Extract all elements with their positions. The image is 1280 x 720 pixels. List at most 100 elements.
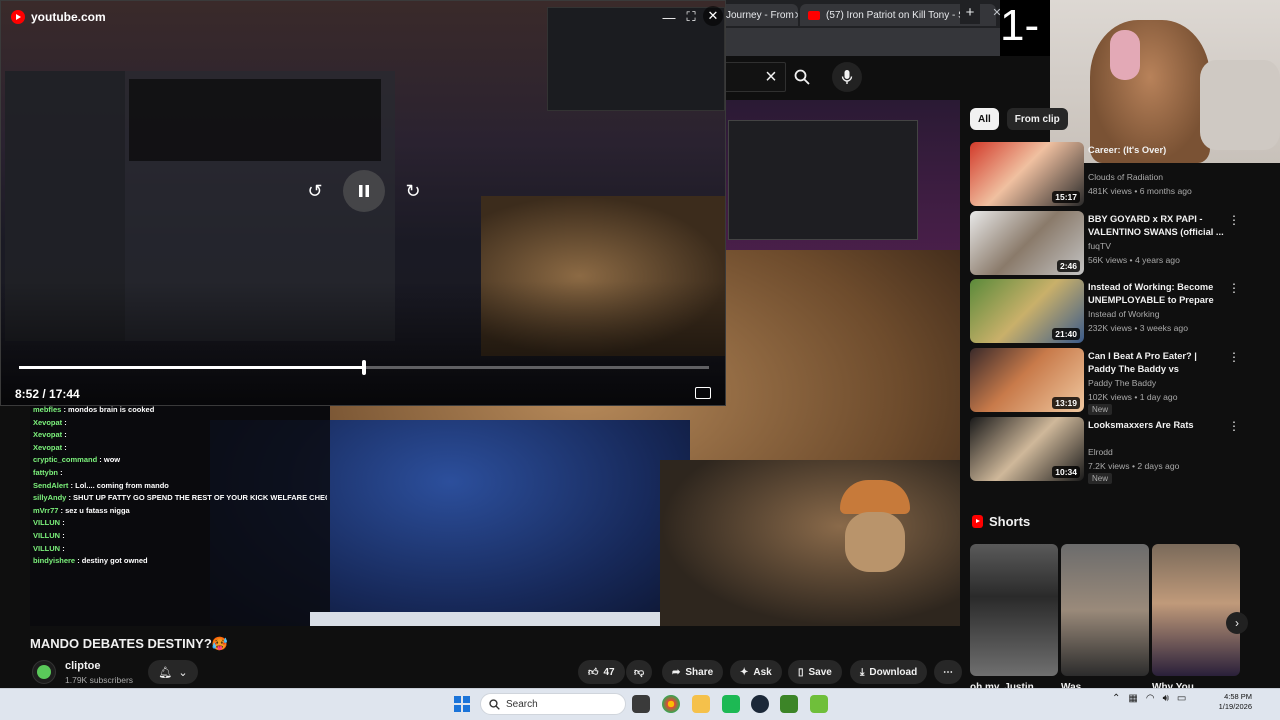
chat-text: :: [62, 518, 65, 528]
seek-forward-button[interactable]: ↻: [401, 179, 425, 203]
video-thumbnail[interactable]: 2:46: [970, 210, 1084, 275]
browser-tab[interactable]: Journey - From ✕: [718, 4, 798, 26]
clear-search-icon[interactable]: ×: [760, 64, 782, 90]
rewind-icon: ↺: [307, 180, 323, 201]
video-title[interactable]: Career: (It's Over): [1088, 144, 1224, 157]
taskbar-search[interactable]: Search: [480, 693, 626, 715]
background-image: [1200, 60, 1280, 150]
chat-text: : SHUT UP FATTY GO SPEND THE REST OF YOU…: [68, 493, 327, 503]
more-options-icon[interactable]: ⋮: [1228, 350, 1240, 364]
short-thumbnail[interactable]: [1152, 544, 1240, 676]
short-thumbnail[interactable]: [1061, 544, 1149, 676]
channel-name[interactable]: fuqTV: [1088, 241, 1111, 251]
channel-avatar[interactable]: [32, 660, 56, 684]
video-title[interactable]: Instead of Working: Become UNEMPLOYABLE …: [1088, 281, 1224, 307]
recommended-video[interactable]: 10:34 Looksmaxxers Are Rats Elrodd 7.2K vie…: [970, 416, 1240, 484]
chat-username: fattybn: [33, 467, 58, 477]
channel-name[interactable]: Elrodd: [1088, 447, 1113, 457]
chip-all[interactable]: All: [970, 108, 999, 130]
minimize-icon[interactable]: —: [659, 7, 679, 27]
chat-username: mVrr77: [33, 505, 59, 515]
chip-from-channel[interactable]: From clip: [1006, 108, 1068, 130]
voice-search-button[interactable]: [832, 62, 862, 92]
more-options-icon[interactable]: ⋮: [1228, 213, 1240, 227]
time-display: 8:52 / 17:44: [15, 387, 80, 401]
chat-message: bindyishere : destiny got owned: [33, 555, 327, 568]
video-thumbnail[interactable]: 13:19: [970, 348, 1084, 413]
minecraft-icon[interactable]: [780, 695, 798, 713]
chat-message: Xevopat :: [33, 429, 327, 442]
pause-icon: [359, 185, 369, 197]
shorts-icon: [972, 515, 983, 528]
mini-player-window[interactable]: youtube.com — ⛶ ✕ ↺ ↻ 8:52 / 17:44: [0, 0, 726, 406]
network-icon: ▦: [1128, 693, 1138, 704]
recommended-video[interactable]: 15:17 Career: (It's Over) Clouds of Radiat…: [970, 142, 1240, 206]
recommended-video[interactable]: 13:19 Can I Beat A Pro Eater? | Paddy The…: [970, 348, 1240, 416]
progress-scrubber[interactable]: [362, 360, 366, 375]
sparkle-icon: ✦: [740, 666, 749, 678]
close-icon[interactable]: ✕: [703, 6, 723, 26]
expand-icon[interactable]: ⛶: [681, 7, 701, 27]
captions-icon[interactable]: [695, 387, 711, 399]
channel-name[interactable]: Clouds of Radiation: [1088, 172, 1163, 182]
close-tab-icon[interactable]: ✕: [794, 9, 798, 22]
video-thumbnail[interactable]: 21:40: [970, 279, 1084, 344]
taskbar-clock[interactable]: 4:58 PM 1/19/2026: [1218, 692, 1252, 712]
video-duration: 13:19: [1052, 397, 1080, 410]
video-title[interactable]: BBY GOYARD x RX PAPI - VALENTINO SWANS (…: [1088, 213, 1224, 239]
channel-name[interactable]: Instead of Working: [1088, 309, 1160, 319]
ask-button[interactable]: ✦ Ask: [730, 660, 782, 684]
chat-message: mVrr77 : sez u fatass nigga: [33, 505, 327, 518]
forward-icon: ↻: [405, 180, 421, 201]
pause-button[interactable]: [343, 170, 385, 212]
progress-bar-fill: [19, 366, 364, 369]
ask-label: Ask: [753, 666, 772, 678]
file-explorer-icon[interactable]: [692, 695, 710, 713]
channel-name[interactable]: Paddy The Baddy: [1088, 378, 1156, 388]
video-title[interactable]: Looksmaxxers Are Rats: [1088, 419, 1224, 432]
clock-time: 4:58 PM: [1224, 692, 1252, 701]
headphones-image: [1110, 30, 1140, 80]
windows-start-icon[interactable]: [454, 696, 470, 712]
save-button[interactable]: ▯ Save: [788, 660, 842, 684]
task-view-icon[interactable]: [632, 695, 650, 713]
chat-text: : Lol.... coming from mando: [70, 480, 169, 490]
more-icon: ⋯: [943, 666, 953, 678]
new-badge: New: [1088, 404, 1113, 416]
short-thumbnail[interactable]: [970, 544, 1058, 676]
chat-message: sillyAndy : SHUT UP FATTY GO SPEND THE R…: [33, 492, 327, 505]
chat-message: SendAlert : Lol.... coming from mando: [33, 480, 327, 493]
share-icon: ➦: [672, 666, 681, 678]
more-options-icon[interactable]: ⋮: [1228, 281, 1240, 295]
video-duration: 2:46: [1056, 259, 1080, 272]
download-label: Download: [869, 666, 918, 678]
shorts-next-button[interactable]: ›: [1226, 612, 1248, 634]
video-title[interactable]: Can I Beat A Pro Eater? | Paddy The Badd…: [1088, 350, 1224, 376]
recommended-video[interactable]: 21:40 Instead of Working: Become UNEMPLOY…: [970, 279, 1240, 344]
video-thumbnail[interactable]: 10:34: [970, 416, 1084, 481]
app-icon[interactable]: [810, 695, 828, 713]
more-options-icon[interactable]: ⋮: [1228, 419, 1240, 433]
dislike-button[interactable]: 👎︎: [626, 660, 653, 684]
video-meta: 56K views • 4 years ago: [1088, 254, 1180, 265]
video-frame: [310, 612, 660, 626]
search-button[interactable]: [786, 62, 818, 92]
download-button[interactable]: ⤓ Download: [850, 660, 928, 684]
more-actions-button[interactable]: ⋯: [934, 660, 962, 684]
share-button[interactable]: ➦ Share: [662, 660, 724, 684]
seek-back-button[interactable]: ↺: [303, 179, 327, 203]
notification-bell-button[interactable]: 🔔︎ ⌄: [148, 660, 198, 684]
new-tab-button[interactable]: +: [960, 4, 980, 24]
steam-icon[interactable]: [751, 695, 769, 713]
chat-text: :: [64, 417, 67, 427]
app-icon[interactable]: [722, 695, 740, 713]
chrome-icon[interactable]: [662, 695, 680, 713]
channel-name[interactable]: cliptoe: [65, 660, 100, 672]
video-thumbnail[interactable]: 15:17: [970, 142, 1084, 206]
like-button[interactable]: 👍︎ 47: [578, 660, 625, 684]
controls-gradient: [1, 281, 725, 405]
chat-username: cryptic_command: [33, 455, 98, 465]
system-tray[interactable]: ⌃ ▦ ◠ 🔊︎ ▭: [1112, 693, 1186, 704]
shorts-heading: Shorts: [972, 514, 1030, 529]
recommended-video[interactable]: 2:46 BBY GOYARD x RX PAPI - VALENTINO SWA…: [970, 210, 1240, 275]
